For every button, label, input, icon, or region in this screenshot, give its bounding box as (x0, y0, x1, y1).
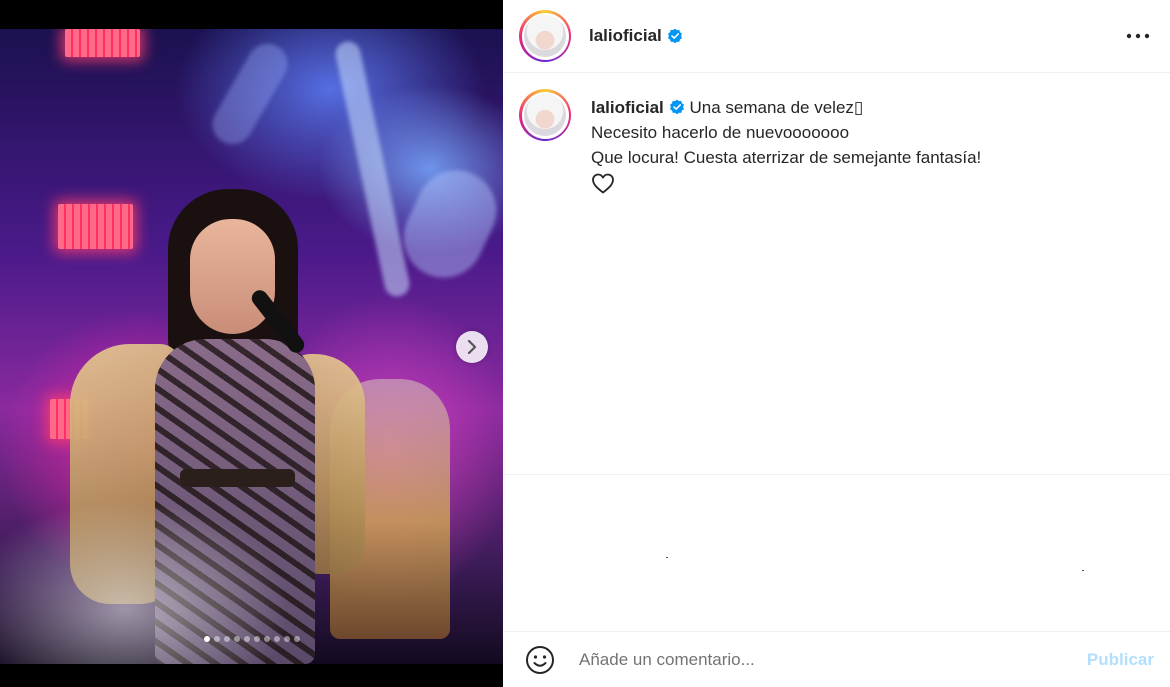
heart-icon[interactable] (591, 172, 615, 194)
carousel-dot (253, 636, 260, 642)
post-media-carousel[interactable] (0, 0, 503, 687)
verified-badge-icon (669, 99, 685, 115)
carousel-dot (203, 636, 210, 642)
carousel-dot (263, 636, 270, 642)
carousel-dot (223, 636, 230, 642)
verified-badge-icon (667, 28, 683, 44)
post-details: lalioficial lalioficial Una semana de ve… (503, 0, 1170, 687)
caption-line-1: Una semana de velez▯ (689, 98, 864, 117)
caption-line-3: Que locura! Cuesta aterrizar de semejant… (591, 148, 982, 167)
post-photo (0, 29, 503, 664)
author-avatar[interactable] (519, 10, 571, 62)
author-username[interactable]: lalioficial (589, 26, 662, 46)
post-caption: lalioficial Una semana de velez▯ Necesit… (503, 73, 1170, 194)
carousel-dot (293, 636, 300, 642)
caption-text: lalioficial Una semana de velez▯ Necesit… (591, 95, 981, 194)
chevron-right-icon (467, 340, 477, 354)
carousel-dot (243, 636, 250, 642)
more-options-icon (1126, 33, 1150, 39)
caption-line-2: Necesito hacerlo de nuevooooooo (591, 123, 850, 142)
post-header: lalioficial (503, 0, 1170, 73)
comment-input[interactable] (579, 649, 1087, 670)
section-divider (503, 474, 1170, 475)
caption-username[interactable]: lalioficial (591, 98, 664, 117)
caption-author-avatar[interactable] (519, 89, 571, 141)
carousel-dot (273, 636, 280, 642)
emoji-icon (526, 645, 554, 674)
carousel-dot (283, 636, 290, 642)
comment-bar: Publicar (503, 632, 1170, 687)
more-options-button[interactable] (1122, 20, 1154, 52)
carousel-dot (213, 636, 220, 642)
carousel-next-button[interactable] (456, 331, 488, 363)
instagram-post: lalioficial lalioficial Una semana de ve… (0, 0, 1170, 687)
publish-button[interactable]: Publicar (1087, 650, 1154, 670)
emoji-button[interactable] (525, 644, 557, 676)
carousel-indicator (0, 636, 503, 642)
carousel-dot (233, 636, 240, 642)
